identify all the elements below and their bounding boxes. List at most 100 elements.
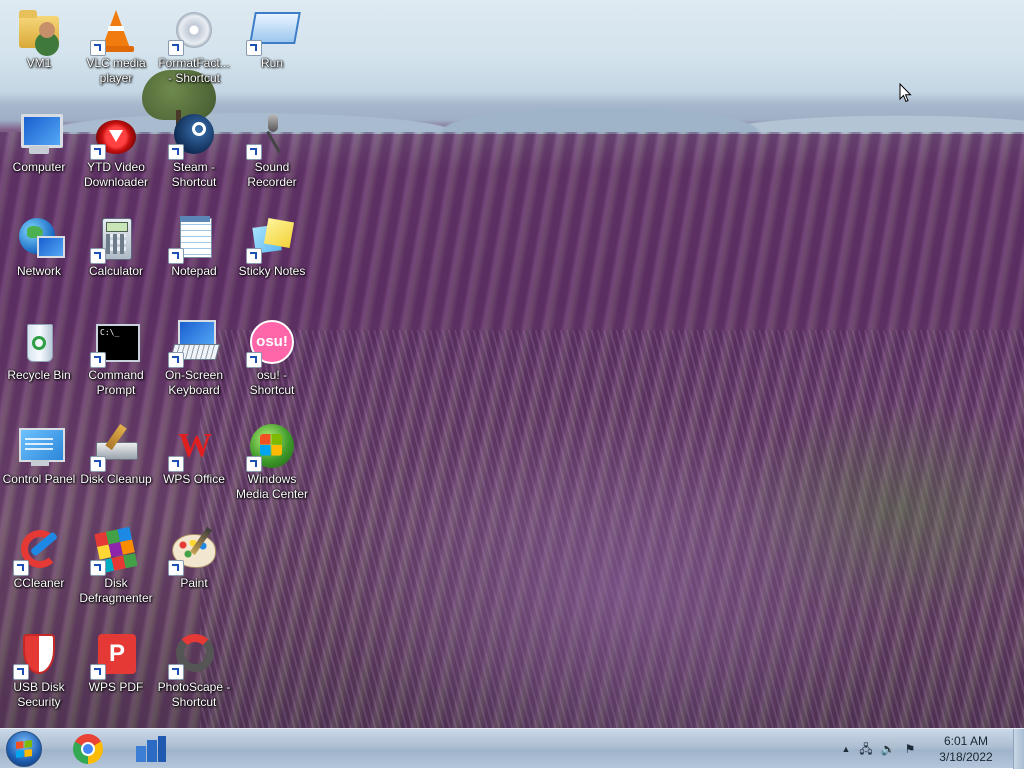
run-window-icon (246, 6, 301, 56)
user-folder-icon (15, 6, 63, 54)
clock[interactable]: 6:01 AM 3/18/2022 (926, 733, 1006, 765)
shortcut-arrow-icon (246, 40, 262, 56)
recycle-bin-icon (15, 318, 63, 366)
shortcut-arrow-icon (13, 560, 29, 576)
chrome-icon (73, 734, 103, 764)
desktop-icon-run[interactable]: Run (234, 2, 310, 71)
cmd-prompt-text: C:\_ (100, 328, 120, 337)
desktop-icon-label: On-Screen Keyboard (164, 368, 224, 397)
desktop-icon-label: osu! - Shortcut (249, 368, 295, 397)
desktop-icon-wps-office[interactable]: W WPS Office (156, 418, 232, 487)
shortcut-arrow-icon (90, 144, 106, 160)
desktop-icon-network[interactable]: Network (1, 210, 77, 279)
desktop-icon-steam[interactable]: Steam - Shortcut (156, 106, 232, 190)
steam-icon (168, 110, 218, 160)
desktop-icon-ccleaner[interactable]: CCleaner (1, 522, 77, 591)
show-desktop-button[interactable] (1013, 729, 1024, 769)
windows-logo-icon (16, 740, 32, 758)
desktop-icon-photoscape[interactable]: PhotoScape - Shortcut (156, 626, 232, 710)
desktop-icon-label: Disk Cleanup (80, 472, 152, 486)
desktop-icon-label: Command Prompt (88, 368, 144, 397)
ytd-downloader-icon (90, 110, 140, 160)
desktop-icon-label: PhotoScape - Shortcut (157, 680, 231, 709)
vlc-cone-icon (90, 6, 140, 56)
shortcut-arrow-icon (168, 456, 184, 472)
desktop-icon-paint[interactable]: Paint (156, 522, 232, 591)
desktop-icon-computer[interactable]: Computer (1, 106, 77, 175)
desktop-icon-disk-cleanup[interactable]: Disk Cleanup (78, 418, 154, 487)
desktop-icon-recycle-bin[interactable]: Recycle Bin (1, 314, 77, 383)
disk-cleanup-icon (90, 422, 140, 472)
taskbar: ▲ 🖧 🔊 ⚑ 6:01 AM 3/18/2022 (0, 728, 1024, 769)
clock-date: 3/18/2022 (939, 750, 993, 764)
taskbar-file-explorer-button[interactable] (130, 732, 172, 766)
wallpaper-lavender-foreground (200, 330, 1024, 728)
shortcut-arrow-icon (246, 456, 262, 472)
taskbar-chrome-button[interactable] (68, 732, 110, 766)
shortcut-arrow-icon (168, 664, 184, 680)
desktop-icon-wps-pdf[interactable]: P WPS PDF (78, 626, 154, 695)
desktop-icon-label: Control Panel (2, 472, 76, 486)
desktop-icon-label: Windows Media Center (235, 472, 309, 501)
computer-monitor-icon (15, 110, 63, 158)
desktop-icon-notepad[interactable]: Notepad (156, 210, 232, 279)
desktop-icon-calculator[interactable]: Calculator (78, 210, 154, 279)
keyboard-icon (168, 318, 221, 368)
desktop-icon-label: Calculator (88, 264, 144, 278)
shortcut-arrow-icon (168, 40, 184, 56)
desktop-icon-control-panel[interactable]: Control Panel (1, 418, 77, 487)
control-panel-icon (15, 422, 65, 470)
clock-time: 6:01 AM (943, 734, 989, 748)
shortcut-arrow-icon (168, 560, 184, 576)
desktop-icon-label: CCleaner (13, 576, 65, 590)
desktop-icon-on-screen-keyboard[interactable]: On-Screen Keyboard (156, 314, 232, 398)
desktop-icon-sticky-notes[interactable]: Sticky Notes (234, 210, 310, 279)
wps-office-icon: W (168, 422, 218, 472)
desktop-icon-ytd-video-downloader[interactable]: YTD Video Downloader (78, 106, 154, 190)
desktop-icon-label: Network (16, 264, 61, 278)
desktop-icon-label: Steam - Shortcut (171, 160, 217, 189)
desktop-icon-label: Recycle Bin (7, 368, 71, 382)
desktop-icon-label: FormatFact... - Shortcut (158, 56, 230, 85)
network-icon[interactable]: 🖧 (858, 741, 874, 757)
start-button[interactable] (6, 731, 42, 767)
shortcut-arrow-icon (246, 144, 262, 160)
shortcut-arrow-icon (246, 248, 262, 264)
explorer-icon (136, 736, 166, 762)
shortcut-arrow-icon (90, 560, 106, 576)
calculator-icon (90, 214, 140, 264)
paint-palette-icon (168, 526, 218, 576)
desktop-icon-label: Run (260, 56, 283, 70)
desktop-icon-format-factory[interactable]: FormatFact... - Shortcut (156, 2, 232, 86)
desktop-icon-label: WPS PDF (88, 680, 144, 694)
desktop-icon-vlc[interactable]: VLC media player (78, 2, 154, 86)
desktop-icon-sound-recorder[interactable]: Sound Recorder (234, 106, 310, 190)
desktop-icon-label: YTD Video Downloader (83, 160, 149, 189)
network-globe-icon (15, 214, 65, 262)
ccleaner-icon (13, 526, 63, 576)
desktop-wallpaper: VM1 Computer Network Recycle Bin Control… (0, 0, 1024, 728)
desktop-icon-vm1[interactable]: VM1 (1, 2, 77, 71)
system-tray: ▲ 🖧 🔊 ⚑ 6:01 AM 3/18/2022 (834, 729, 1024, 769)
desktop-icon-label: Notepad (171, 264, 217, 278)
desktop-icon-label: Disk Defragmenter (79, 576, 153, 605)
shortcut-arrow-icon (90, 352, 106, 368)
desktop-icon-usb-disk-security[interactable]: USB Disk Security (1, 626, 77, 710)
desktop-icon-osu[interactable]: osu! osu! - Shortcut (234, 314, 310, 398)
desktop-icon-command-prompt[interactable]: C:\_ Command Prompt (78, 314, 154, 398)
wps-pdf-icon: P (90, 630, 140, 680)
shortcut-arrow-icon (90, 248, 106, 264)
shortcut-arrow-icon (90, 664, 106, 680)
shortcut-arrow-icon (168, 352, 184, 368)
volume-icon[interactable]: 🔊 (880, 741, 896, 757)
shortcut-arrow-icon (246, 352, 262, 368)
sticky-notes-icon (246, 214, 296, 264)
desktop-icon-label: Computer (12, 160, 66, 174)
action-center-flag-icon[interactable]: ⚑ (902, 741, 918, 757)
desktop-icon-disk-defragmenter[interactable]: Disk Defragmenter (78, 522, 154, 606)
command-prompt-icon: C:\_ (90, 318, 140, 368)
show-hidden-icons-chevron-icon[interactable]: ▲ (838, 741, 854, 757)
desktop-icon-label: VLC media player (86, 56, 146, 85)
desktop-icon-windows-media-center[interactable]: Windows Media Center (234, 418, 310, 502)
shortcut-arrow-icon (90, 456, 106, 472)
